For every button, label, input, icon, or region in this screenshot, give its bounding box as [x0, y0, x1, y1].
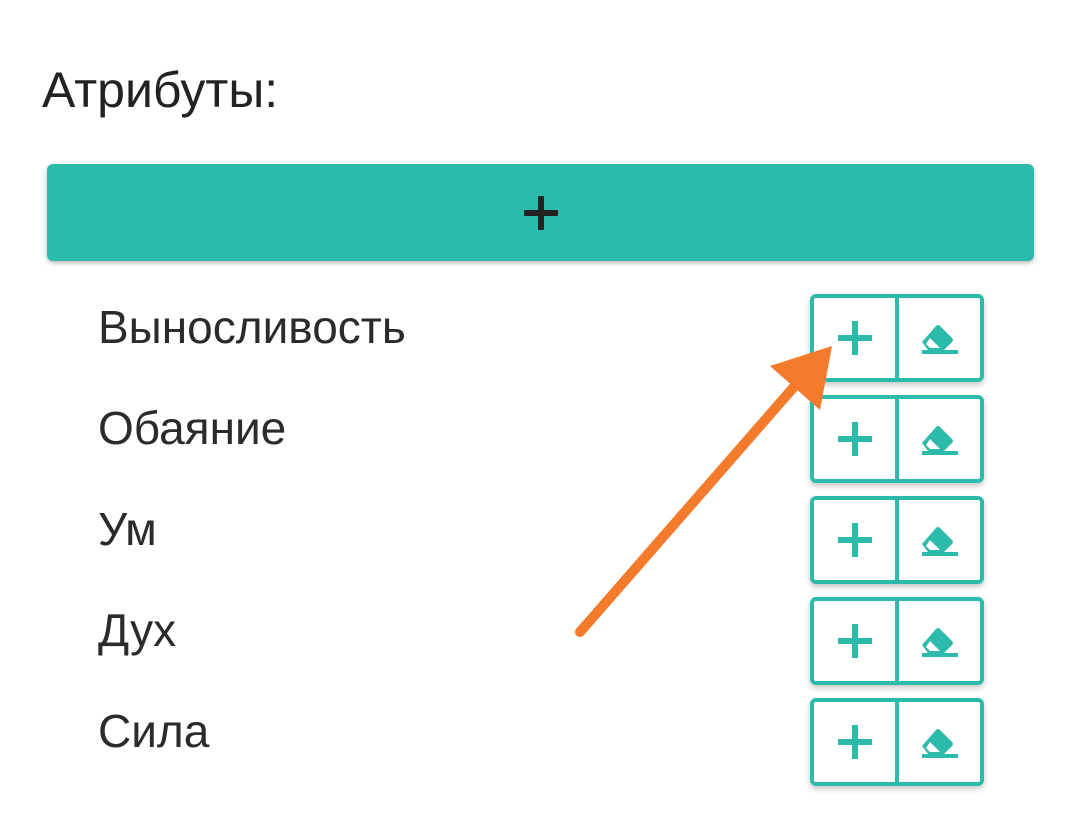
attribute-row: Ум	[0, 496, 1080, 584]
erase-button[interactable]	[897, 698, 984, 786]
erase-button[interactable]	[897, 395, 984, 483]
plus-icon	[523, 195, 558, 230]
attribute-actions	[810, 597, 984, 685]
eraser-icon	[921, 729, 958, 758]
attribute-name: Выносливость	[98, 301, 406, 353]
attribute-row: Дух	[0, 597, 1080, 685]
plus-icon	[837, 624, 872, 658]
plus-icon	[837, 725, 872, 759]
increment-button[interactable]	[810, 395, 897, 483]
attribute-actions	[810, 395, 984, 483]
erase-button[interactable]	[897, 294, 984, 382]
attribute-row: Сила	[0, 698, 1080, 786]
attribute-name: Обаяние	[98, 402, 287, 454]
eraser-icon	[921, 426, 958, 455]
attribute-row: Выносливость	[0, 294, 1080, 382]
increment-button[interactable]	[810, 294, 897, 382]
increment-button[interactable]	[810, 698, 897, 786]
increment-button[interactable]	[810, 597, 897, 685]
eraser-icon	[921, 527, 958, 556]
eraser-icon	[921, 628, 958, 657]
attribute-name: Дух	[98, 604, 177, 656]
attribute-actions	[810, 698, 984, 786]
section-title: Атрибуты:	[42, 62, 279, 118]
attribute-name: Сила	[98, 705, 210, 757]
plus-icon	[837, 523, 872, 557]
erase-button[interactable]	[897, 496, 984, 584]
erase-button[interactable]	[897, 597, 984, 685]
attribute-actions	[810, 294, 984, 382]
add-attribute-button[interactable]	[47, 164, 1034, 261]
plus-icon	[837, 422, 872, 456]
attribute-actions	[810, 496, 984, 584]
eraser-icon	[921, 325, 958, 354]
attribute-row: Обаяние	[0, 395, 1080, 483]
plus-icon	[837, 321, 872, 355]
attribute-name: Ум	[98, 503, 157, 555]
increment-button[interactable]	[810, 496, 897, 584]
